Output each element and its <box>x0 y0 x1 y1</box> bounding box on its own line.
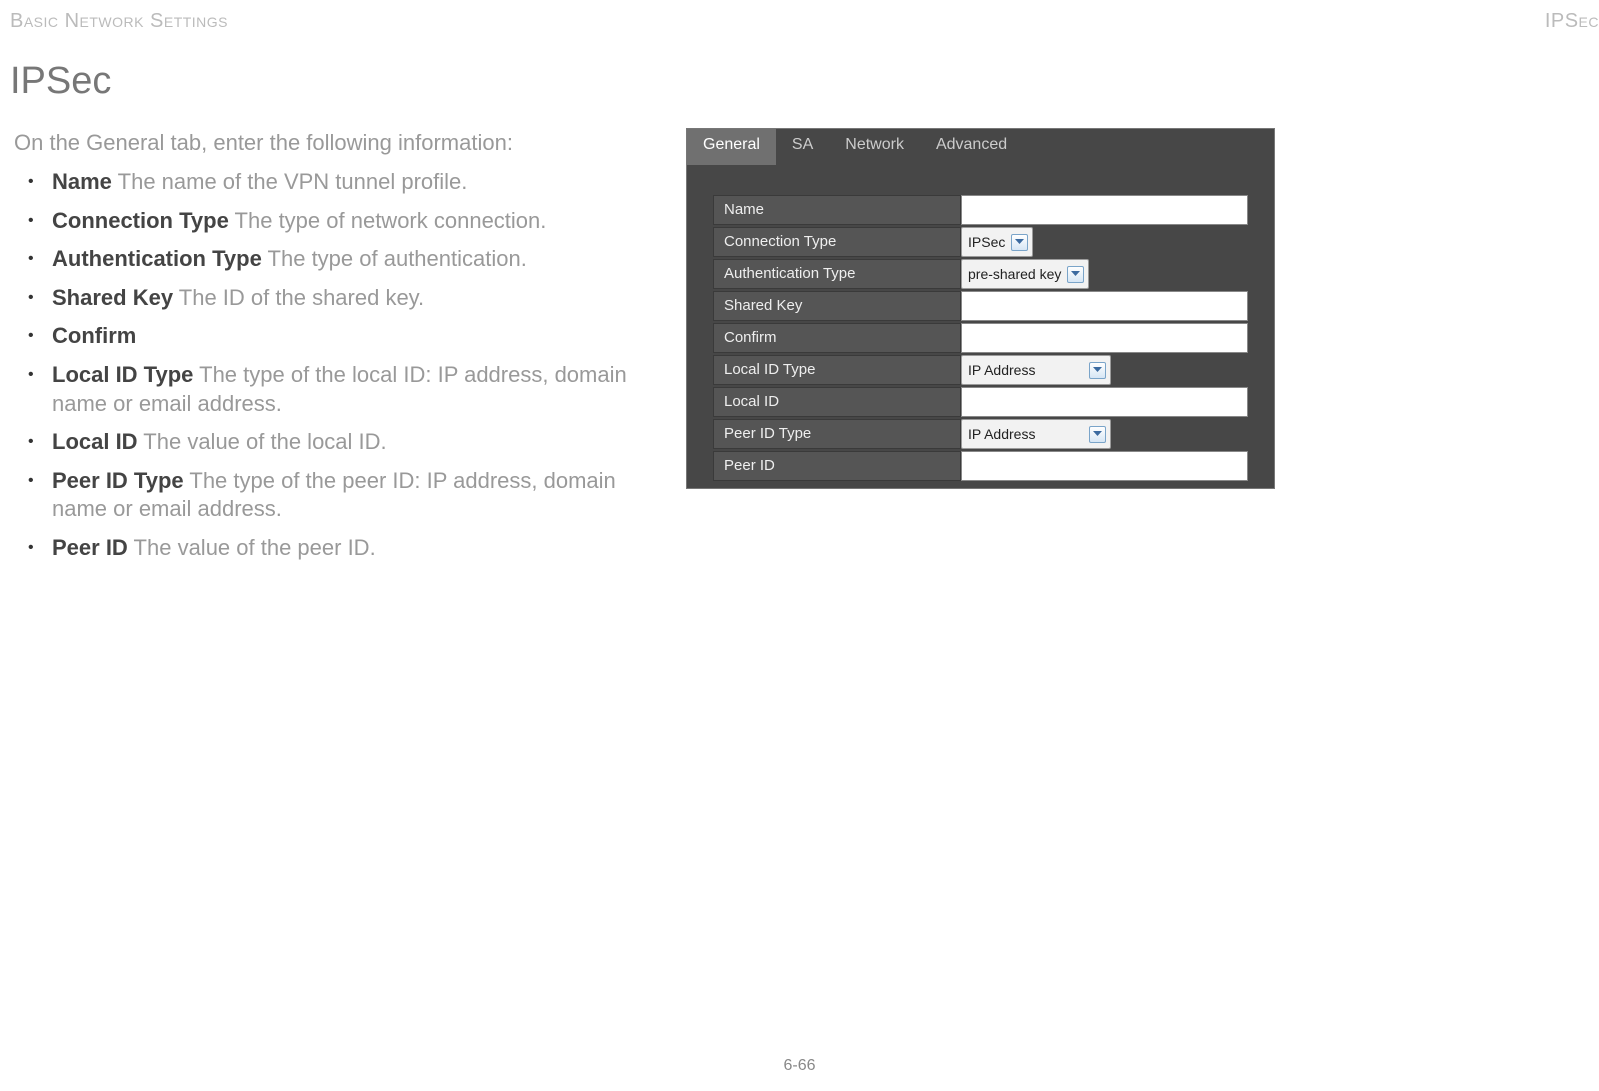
ipsec-config-panel: General SA Network Advanced Name Connect… <box>686 128 1275 489</box>
row-peer-id-type: Peer ID Type IP Address <box>713 419 1248 449</box>
label-connection-type: Connection Type <box>713 227 961 257</box>
name-input[interactable] <box>961 195 1248 225</box>
list-item: Connection Type The type of network conn… <box>38 207 654 236</box>
tab-advanced[interactable]: Advanced <box>920 129 1023 165</box>
local-id-type-select[interactable]: IP Address <box>961 355 1111 385</box>
auth-type-value: pre-shared key <box>968 266 1061 282</box>
term: Peer ID <box>52 535 128 560</box>
chevron-down-icon <box>1089 426 1106 443</box>
label-peer-id: Peer ID <box>713 451 961 481</box>
shared-key-input[interactable] <box>961 291 1248 321</box>
desc: The ID of the shared key. <box>179 285 424 310</box>
peer-id-type-select[interactable]: IP Address <box>961 419 1111 449</box>
page-number: 6-66 <box>783 1057 815 1075</box>
term: Authentication Type <box>52 246 262 271</box>
term: Confirm <box>52 323 136 348</box>
row-shared-key: Shared Key <box>713 291 1248 321</box>
list-item: Peer ID The value of the peer ID. <box>38 534 654 563</box>
desc: The type of authentication. <box>268 246 527 271</box>
term: Peer ID Type <box>52 468 184 493</box>
list-item: Shared Key The ID of the shared key. <box>38 284 654 313</box>
bullet-list: Name The name of the VPN tunnel profile.… <box>14 168 654 563</box>
local-id-type-value: IP Address <box>968 362 1035 378</box>
tab-bar: General SA Network Advanced <box>687 129 1274 165</box>
label-peer-id-type: Peer ID Type <box>713 419 961 449</box>
row-connection-type: Connection Type IPSec <box>713 227 1248 257</box>
label-local-id: Local ID <box>713 387 961 417</box>
section-title: IPSec <box>10 60 111 103</box>
list-item: Local ID The value of the local ID. <box>38 428 654 457</box>
tab-sa[interactable]: SA <box>776 129 829 165</box>
chevron-down-icon <box>1067 266 1084 283</box>
label-local-id-type: Local ID Type <box>713 355 961 385</box>
label-confirm: Confirm <box>713 323 961 353</box>
form-area: Name Connection Type IPSec Authenticatio… <box>687 165 1274 493</box>
auth-type-select[interactable]: pre-shared key <box>961 259 1089 289</box>
list-item: Confirm <box>38 322 654 351</box>
term: Shared Key <box>52 285 173 310</box>
chevron-down-icon <box>1011 234 1028 251</box>
desc: The value of the peer ID. <box>134 535 376 560</box>
chevron-down-icon <box>1089 362 1106 379</box>
header-right: IPSec <box>1545 10 1599 33</box>
row-local-id: Local ID <box>713 387 1248 417</box>
desc: The value of the local ID. <box>143 429 386 454</box>
row-peer-id: Peer ID <box>713 451 1248 481</box>
tab-network[interactable]: Network <box>829 129 920 165</box>
row-confirm: Confirm <box>713 323 1248 353</box>
desc: The type of network connection. <box>235 208 547 233</box>
peer-id-type-value: IP Address <box>968 426 1035 442</box>
row-auth-type: Authentication Type pre-shared key <box>713 259 1248 289</box>
list-item: Local ID Type The type of the local ID: … <box>38 361 654 418</box>
label-name: Name <box>713 195 961 225</box>
connection-type-select[interactable]: IPSec <box>961 227 1033 257</box>
term: Local ID <box>52 429 138 454</box>
intro-text: On the General tab, enter the following … <box>14 130 654 156</box>
tab-general[interactable]: General <box>687 129 776 165</box>
content-text: On the General tab, enter the following … <box>14 130 654 573</box>
local-id-input[interactable] <box>961 387 1248 417</box>
list-item: Peer ID Type The type of the peer ID: IP… <box>38 467 654 524</box>
connection-type-value: IPSec <box>968 234 1005 250</box>
desc: The name of the VPN tunnel profile. <box>118 169 468 194</box>
peer-id-input[interactable] <box>961 451 1248 481</box>
term: Name <box>52 169 112 194</box>
term: Local ID Type <box>52 362 193 387</box>
confirm-input[interactable] <box>961 323 1248 353</box>
label-auth-type: Authentication Type <box>713 259 961 289</box>
term: Connection Type <box>52 208 229 233</box>
list-item: Authentication Type The type of authenti… <box>38 245 654 274</box>
label-shared-key: Shared Key <box>713 291 961 321</box>
row-local-id-type: Local ID Type IP Address <box>713 355 1248 385</box>
list-item: Name The name of the VPN tunnel profile. <box>38 168 654 197</box>
header-left: Basic Network Settings <box>10 10 228 33</box>
row-name: Name <box>713 195 1248 225</box>
